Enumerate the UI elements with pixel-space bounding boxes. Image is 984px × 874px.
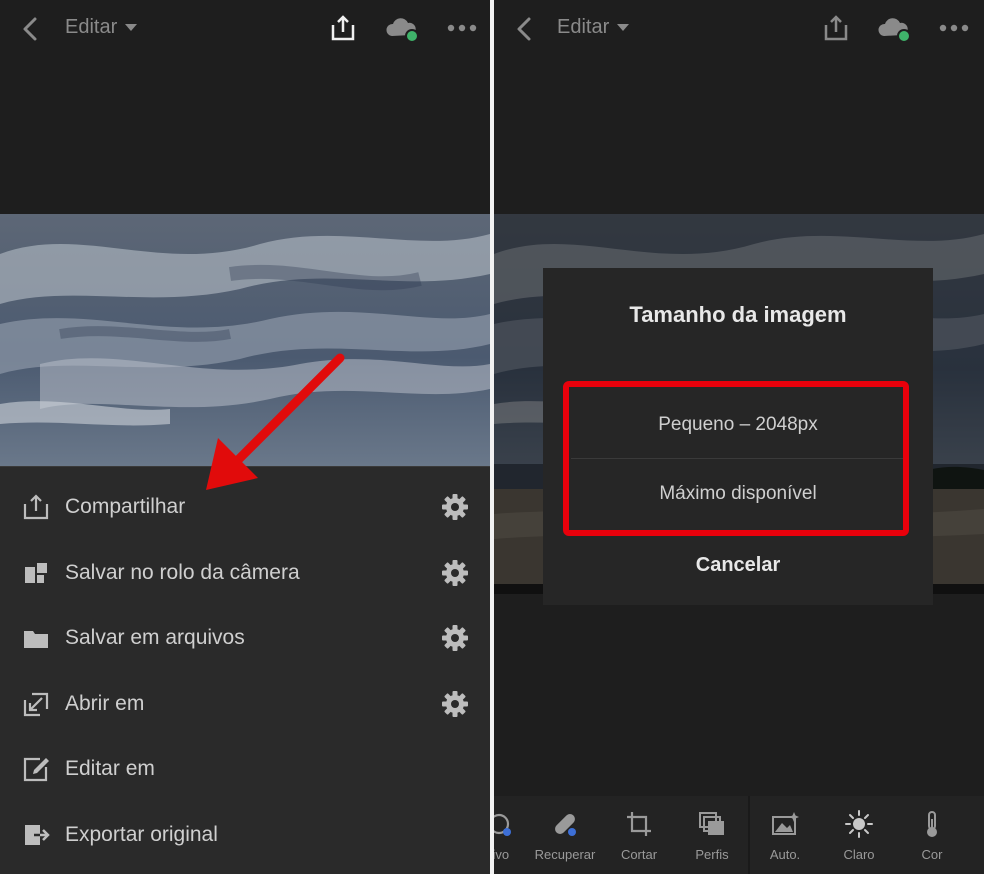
profiles-icon [699, 812, 724, 835]
tool-label: Cortar [620, 847, 658, 862]
edit-in-icon [23, 757, 49, 782]
tool-profiles[interactable]: Perfis [674, 796, 750, 874]
menu-item-label: Exportar original [65, 823, 218, 846]
menu-item-label: Editar em [65, 757, 155, 780]
edit-title[interactable]: Editar [557, 16, 609, 39]
chevron-down-icon[interactable] [124, 20, 138, 34]
right-screen: Editar Tamanho da imagem Pequeno – 2048p… [494, 0, 984, 874]
crop-icon [627, 812, 651, 836]
auto-icon [772, 812, 799, 835]
cancel-button[interactable]: Cancelar [543, 554, 933, 577]
gear-icon[interactable] [441, 493, 469, 521]
share-icon[interactable] [823, 14, 849, 42]
top-bar: Editar [0, 0, 490, 60]
menu-item-export-original[interactable]: Exportar original [0, 805, 490, 865]
share-icon[interactable] [330, 14, 356, 42]
share-icon [23, 494, 49, 520]
tool-light[interactable]: Claro [821, 796, 897, 874]
back-chevron-icon[interactable] [512, 14, 538, 44]
edit-toolbar: tivo Recuperar Cortar Perfis [494, 796, 984, 874]
tool-auto[interactable]: Auto. [747, 796, 823, 874]
tool-label: Auto. [769, 847, 801, 862]
heal-icon [555, 814, 576, 836]
open-in-icon [23, 692, 49, 717]
chevron-down-icon[interactable] [616, 20, 630, 34]
camera-roll-icon [25, 563, 47, 583]
menu-item-label: Compartilhar [65, 495, 186, 518]
gear-icon[interactable] [441, 690, 469, 718]
tool-label: Recuperar [534, 847, 596, 862]
menu-item-share[interactable]: Compartilhar [0, 477, 490, 537]
cloud-sync-icon[interactable] [876, 14, 912, 44]
menu-item-label: Salvar no rolo da câmera [65, 561, 300, 584]
more-options-icon[interactable] [446, 18, 478, 38]
left-screen: Editar Compartilhar Salvar no rolo da câ… [0, 0, 490, 874]
tool-label: Cor [921, 847, 943, 862]
menu-item-open-in[interactable]: Abrir em [0, 674, 490, 734]
menu-item-label: Abrir em [65, 692, 145, 715]
menu-item-edit-in[interactable]: Editar em [0, 739, 490, 799]
option-small-button[interactable]: Pequeno – 2048px [571, 391, 905, 459]
folder-icon [24, 631, 48, 648]
gear-icon[interactable] [441, 624, 469, 652]
more-options-icon[interactable] [938, 18, 970, 38]
menu-item-label: Salvar em arquivos [65, 626, 245, 649]
cloud-sync-icon[interactable] [384, 14, 420, 44]
menu-item-save-files[interactable]: Salvar em arquivos [0, 608, 490, 668]
tool-crop[interactable]: Cortar [601, 796, 677, 874]
dialog-title: Tamanho da imagem [629, 302, 847, 327]
tool-color[interactable]: Cor [894, 796, 970, 874]
export-menu-sheet: Compartilhar Salvar no rolo da câmera Sa… [0, 466, 490, 874]
gear-icon[interactable] [441, 559, 469, 587]
selective-icon [494, 813, 511, 836]
tool-heal[interactable]: Recuperar [527, 796, 603, 874]
back-chevron-icon[interactable] [18, 14, 44, 44]
export-icon [25, 825, 50, 845]
tool-label: Claro [843, 847, 875, 862]
option-max-button[interactable]: Máximo disponível [571, 460, 905, 528]
edit-title[interactable]: Editar [65, 16, 117, 39]
tool-label: Perfis [695, 847, 729, 862]
top-bar: Editar [494, 0, 984, 60]
photo-preview [0, 214, 490, 474]
thermometer-icon [927, 811, 937, 837]
image-size-dialog: Tamanho da imagem Pequeno – 2048px Máxim… [543, 268, 933, 605]
menu-item-save-camera-roll[interactable]: Salvar no rolo da câmera [0, 543, 490, 603]
light-icon [845, 810, 873, 838]
